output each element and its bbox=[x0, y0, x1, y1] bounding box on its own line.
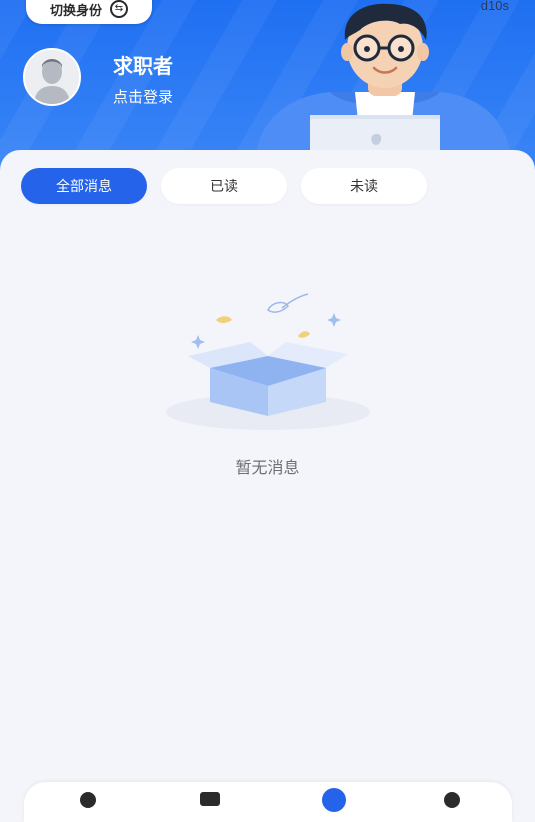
message-icon[interactable] bbox=[322, 788, 346, 812]
empty-state-message: 暂无消息 bbox=[235, 458, 300, 477]
login-link[interactable]: 点击登录 bbox=[113, 86, 173, 107]
switch-identity-button[interactable]: 切换身份 ⇆ bbox=[26, 0, 152, 24]
tab-unread[interactable]: 未读 bbox=[301, 168, 427, 204]
home-icon[interactable] bbox=[80, 792, 96, 808]
user-silhouette-icon bbox=[25, 50, 79, 104]
avatar[interactable] bbox=[23, 48, 81, 106]
tab-read[interactable]: 已读 bbox=[161, 168, 287, 204]
message-panel: 全部消息 已读 未读 暂无消息 bbox=[0, 150, 535, 800]
switch-identity-label: 切换身份 bbox=[49, 3, 102, 19]
user-role-title: 求职者 bbox=[113, 54, 173, 78]
message-filter-tabs: 全部消息 已读 未读 bbox=[21, 168, 427, 204]
job-icon[interactable] bbox=[200, 792, 220, 806]
tab-all-messages[interactable]: 全部消息 bbox=[21, 168, 147, 204]
developer-illustration bbox=[255, 3, 512, 160]
profile-icon[interactable] bbox=[444, 792, 460, 808]
profile-header: 切换身份 ⇆ d10s 求职者 点击登录 bbox=[0, 0, 535, 175]
swap-icon: ⇆ bbox=[110, 0, 128, 18]
bottom-navigation bbox=[24, 782, 512, 822]
empty-box-icon bbox=[166, 293, 370, 430]
